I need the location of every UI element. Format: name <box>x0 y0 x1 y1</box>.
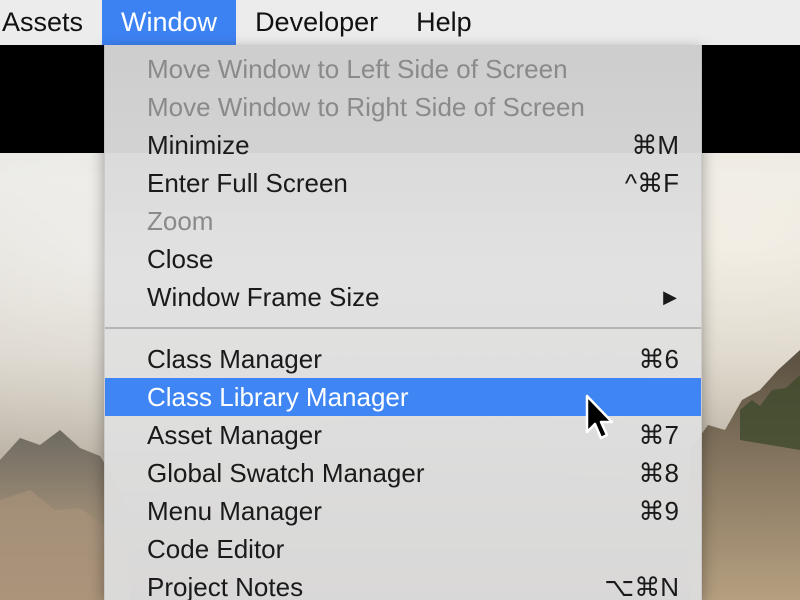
menu-item-label: Window Frame Size <box>147 281 380 312</box>
shortcut-label: ⌘8 <box>638 457 679 488</box>
shortcut-label: ⌘M <box>631 129 679 160</box>
shortcut-label: ⌘9 <box>638 495 679 526</box>
menu-item-label: Menu Manager <box>147 495 322 526</box>
shortcut-label: ⌘6 <box>638 343 679 374</box>
window-menu-list: Move Window to Left Side of Screen Move … <box>105 45 701 316</box>
menu-item-close[interactable]: Close <box>105 240 701 278</box>
shortcut-label: ^⌘F <box>624 167 679 198</box>
menu-separator <box>105 316 701 340</box>
menu-item-label: Asset Manager <box>147 419 322 450</box>
menu-item-label: Minimize <box>147 129 250 160</box>
menu-item-label: Project Notes <box>147 571 304 600</box>
submenu-arrow-icon: ▶ <box>663 286 677 307</box>
menu-item-move-right: Move Window to Right Side of Screen <box>105 88 701 126</box>
menu-bar: Assets Window Developer Help <box>0 0 800 45</box>
menu-item-zoom: Zoom <box>105 202 701 240</box>
menu-item-class-manager[interactable]: Class Manager ⌘6 <box>105 340 701 378</box>
menu-assets[interactable]: Assets <box>0 0 102 45</box>
wallpaper-mountain-right <box>690 350 800 600</box>
menu-item-label: Code Editor <box>147 533 285 564</box>
mouse-pointer-icon <box>585 394 614 440</box>
menu-item-label: Class Manager <box>147 343 322 374</box>
menu-item-label: Move Window to Right Side of Screen <box>147 91 585 122</box>
menu-item-label: Zoom <box>147 205 214 236</box>
menu-item-menu-manager[interactable]: Menu Manager ⌘9 <box>105 492 701 530</box>
shortcut-label: ⌥⌘N <box>604 571 679 600</box>
menu-item-move-left: Move Window to Left Side of Screen <box>105 50 701 88</box>
menu-item-label: Enter Full Screen <box>147 167 348 198</box>
window-menu-dropdown: Move Window to Left Side of Screen Move … <box>104 45 702 600</box>
menu-window[interactable]: Window <box>102 0 237 45</box>
menu-item-enter-full-screen[interactable]: Enter Full Screen ^⌘F <box>105 164 701 202</box>
menu-item-global-swatch-manager[interactable]: Global Swatch Manager ⌘8 <box>105 454 701 492</box>
menu-item-label: Move Window to Left Side of Screen <box>147 53 568 84</box>
menu-item-project-notes[interactable]: Project Notes ⌥⌘N <box>105 568 701 600</box>
menu-item-window-frame-size[interactable]: Window Frame Size ▶ <box>105 278 701 316</box>
menu-help[interactable]: Help <box>397 0 491 45</box>
menu-item-code-editor[interactable]: Code Editor <box>105 530 701 568</box>
menu-item-minimize[interactable]: Minimize ⌘M <box>105 126 701 164</box>
desktop: Assets Window Developer Help Move Window… <box>0 0 800 600</box>
menu-item-label: Close <box>147 243 214 274</box>
window-menu-list-managers: Class Manager ⌘6 Class Library Manager A… <box>105 340 701 600</box>
menu-item-label: Global Swatch Manager <box>147 457 425 488</box>
menu-developer[interactable]: Developer <box>236 0 397 45</box>
